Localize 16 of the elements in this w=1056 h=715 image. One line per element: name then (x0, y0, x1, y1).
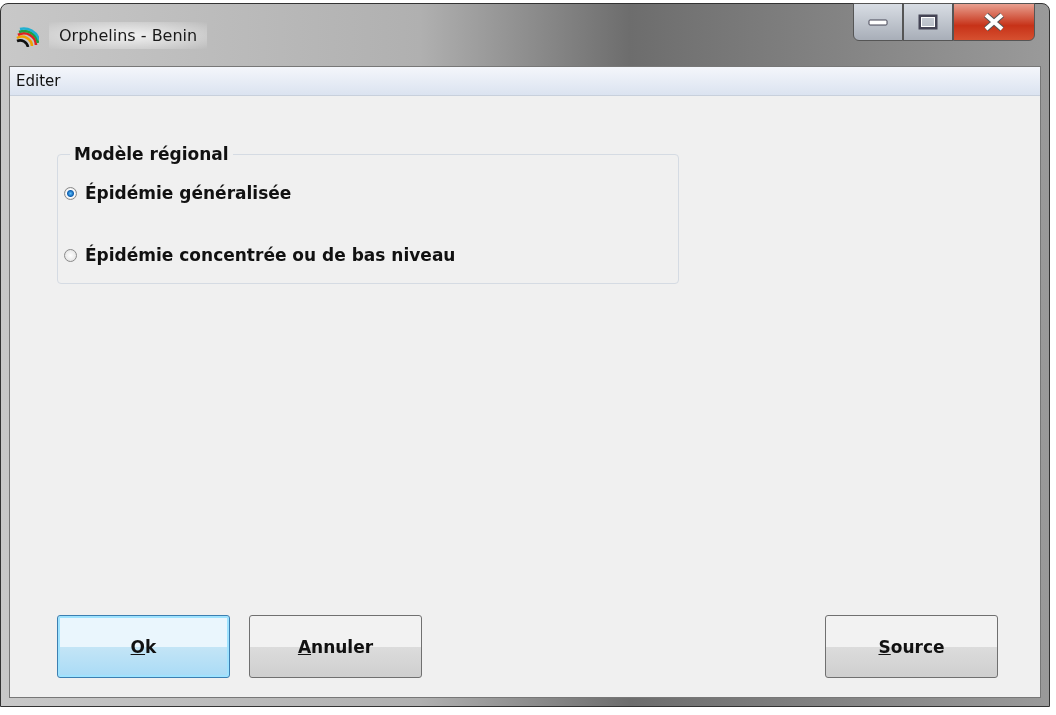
minimize-icon (867, 18, 889, 26)
group-title: Modèle régional (73, 144, 230, 164)
dialog-button[interactable]: Ok (57, 615, 230, 678)
close-button[interactable] (953, 3, 1035, 41)
maximize-icon (918, 14, 938, 30)
dialog-button[interactable]: Annuler (249, 615, 422, 678)
minimize-button[interactable] (853, 3, 903, 41)
menu-item[interactable]: Editer (10, 72, 67, 90)
radio-button[interactable] (64, 186, 77, 200)
dialog-button[interactable]: Source (825, 615, 998, 678)
radio-label[interactable]: Épidémie concentrée ou de bas niveau (85, 245, 456, 265)
maximize-button[interactable] (903, 3, 953, 41)
close-icon (981, 12, 1007, 32)
radio-label[interactable]: Épidémie généralisée (85, 183, 292, 203)
radio-button[interactable] (64, 248, 77, 262)
window-title: Orphelins - Benin (49, 21, 208, 49)
